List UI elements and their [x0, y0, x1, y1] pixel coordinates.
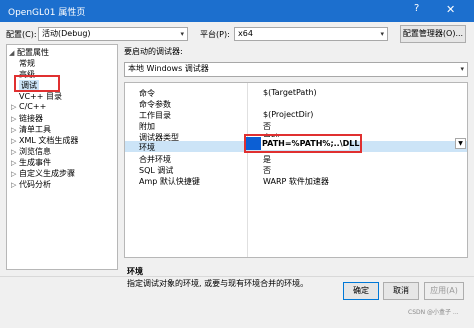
expand-icon[interactable]: ▷	[11, 103, 19, 111]
highlight-box-debugging	[14, 75, 60, 92]
title-bar: OpenGL01 属性页 ? ✕	[0, 0, 474, 22]
property-row[interactable]: 附加 否	[125, 121, 467, 132]
help-icon[interactable]: ?	[414, 3, 419, 14]
property-key: 环境	[139, 143, 155, 152]
config-label: 配置(C):	[6, 30, 37, 39]
apply-button[interactable]: 应用(A)	[424, 282, 464, 300]
platform-label: 平台(P):	[200, 30, 230, 39]
ok-button[interactable]: 确定	[343, 282, 379, 300]
tree-item-browse-info[interactable]: ▷ 浏览信息	[11, 146, 51, 157]
property-value[interactable]: 否	[263, 121, 271, 132]
watermark: CSDN @小盒子 ...	[408, 309, 459, 316]
debugger-select[interactable]: 本地 Windows 调试器 ▾	[124, 62, 468, 77]
expand-icon[interactable]: ▷	[11, 148, 19, 156]
tree-item-cpp[interactable]: ▷ C/C++	[11, 102, 46, 111]
property-value[interactable]: WARP 软件加速器	[263, 176, 329, 187]
property-row[interactable]: 工作目录 $(ProjectDir)	[125, 110, 467, 120]
tree-item-vc-directories[interactable]: VC++ 目录	[19, 91, 62, 102]
property-key: 命令参数	[139, 100, 171, 109]
property-row[interactable]: 命令参数	[125, 100, 467, 109]
chevron-down-icon: ▾	[380, 30, 384, 38]
chevron-down-icon: ▾	[460, 65, 464, 73]
tree-item-general[interactable]: 常规	[19, 58, 35, 69]
expand-icon[interactable]: ▷	[11, 181, 19, 189]
property-row[interactable]: 合并环境 是	[125, 154, 467, 165]
tree-root[interactable]: ◢ 配置属性	[9, 47, 49, 58]
window-title: OpenGL01 属性页	[8, 8, 86, 18]
property-key: 工作目录	[139, 111, 171, 120]
config-manager-button[interactable]: 配置管理器(O)...	[400, 25, 466, 43]
chevron-down-icon: ▾	[180, 30, 184, 38]
property-grid[interactable]: 命令 $(TargetPath) 命令参数 工作目录 $(ProjectDir)…	[124, 82, 468, 258]
property-value[interactable]: $(ProjectDir)	[263, 110, 313, 119]
config-select[interactable]: 活动(Debug) ▾	[38, 27, 188, 41]
tree-item-linker[interactable]: ▷ 链接器	[11, 113, 43, 124]
property-row[interactable]: 命令 $(TargetPath)	[125, 88, 467, 98]
tree-item-xml-doc[interactable]: ▷ XML 文档生成器	[11, 135, 78, 146]
tree-item-manifest-tool[interactable]: ▷ 清单工具	[11, 124, 51, 135]
property-value[interactable]: 否	[263, 165, 271, 176]
expand-icon[interactable]: ▷	[11, 170, 19, 178]
property-key: 附加	[139, 122, 155, 131]
property-key: 合并环境	[139, 155, 171, 164]
expand-icon[interactable]: ▷	[11, 137, 19, 145]
config-value: 活动(Debug)	[42, 29, 91, 38]
tree-item-build-events[interactable]: ▷ 生成事件	[11, 157, 51, 168]
platform-select[interactable]: x64 ▾	[234, 27, 388, 41]
property-value[interactable]: 是	[263, 154, 271, 165]
collapse-icon[interactable]: ◢	[9, 49, 17, 57]
platform-value: x64	[238, 29, 253, 38]
debugger-value: 本地 Windows 调试器	[128, 64, 209, 73]
expand-icon[interactable]: ▷	[11, 126, 19, 134]
property-row[interactable]: SQL 调试 否	[125, 165, 467, 176]
chevron-down-icon[interactable]: ▼	[455, 138, 466, 149]
property-row[interactable]: Amp 默认快捷键 WARP 软件加速器	[125, 176, 467, 187]
close-icon[interactable]: ✕	[446, 3, 455, 16]
cancel-button[interactable]: 取消	[383, 282, 419, 300]
description-text: 指定调试对象的环境, 或要与现有环境合并的环境。	[127, 279, 309, 288]
property-key: 命令	[139, 89, 155, 98]
footer-divider	[0, 276, 474, 277]
tree-item-code-analysis[interactable]: ▷ 代码分析	[11, 179, 51, 190]
tree-item-custom-build-step[interactable]: ▷ 自定义生成步骤	[11, 168, 75, 179]
property-value[interactable]: $(TargetPath)	[263, 88, 317, 97]
highlight-box-environment	[244, 134, 362, 153]
expand-icon[interactable]: ▷	[11, 115, 19, 123]
property-key: Amp 默认快捷键	[139, 177, 200, 186]
debugger-heading: 要启动的调试器:	[124, 47, 183, 56]
expand-icon[interactable]: ▷	[11, 159, 19, 167]
property-key: SQL 调试	[139, 166, 174, 175]
